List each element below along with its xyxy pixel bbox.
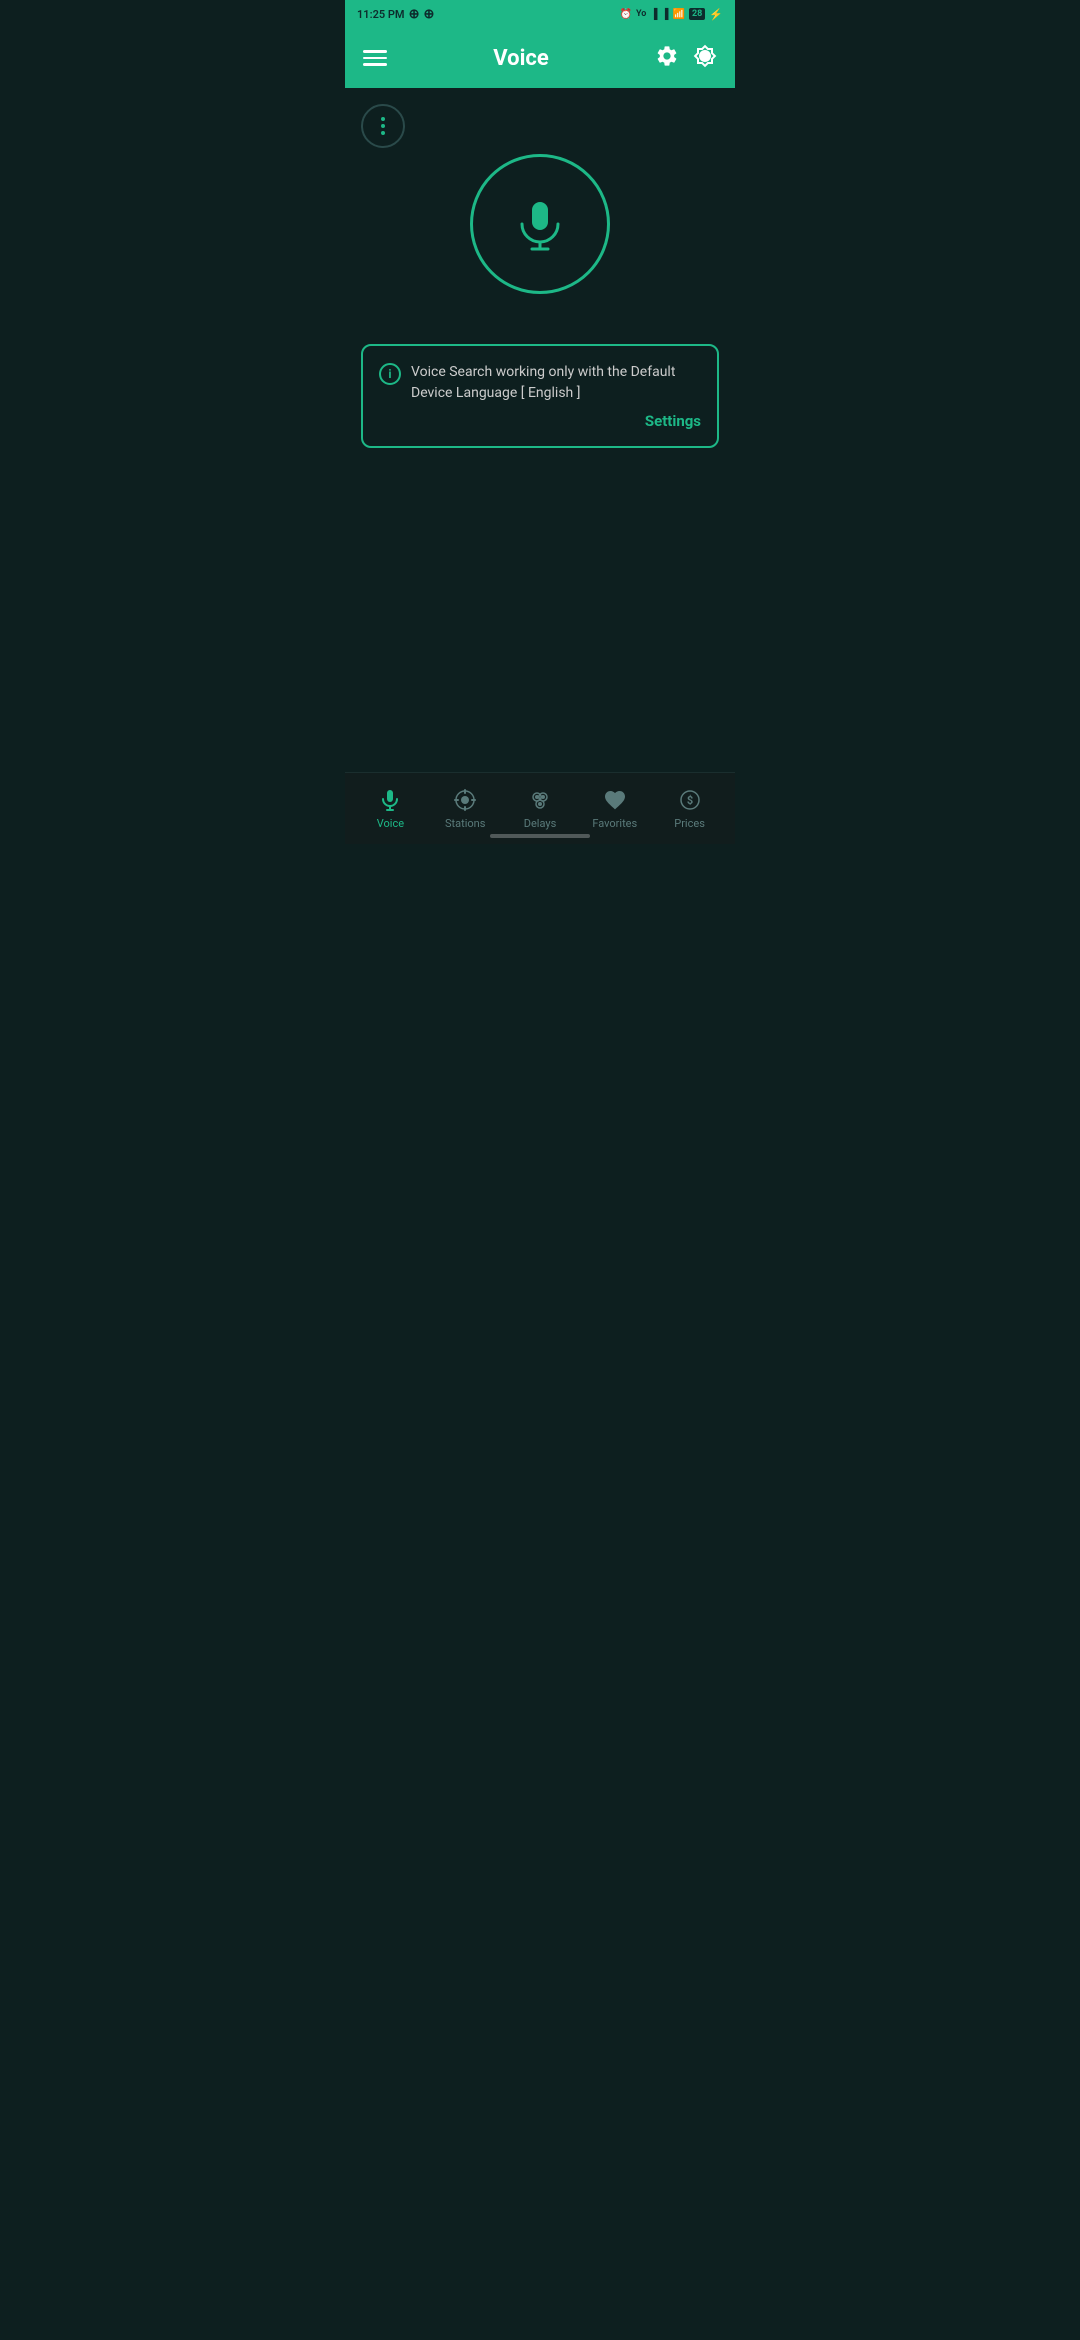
menu-button[interactable]	[363, 50, 387, 66]
dot1	[381, 117, 385, 121]
favorites-nav-label: Favorites	[592, 817, 637, 830]
settings-button[interactable]	[655, 44, 679, 72]
info-box: i Voice Search working only with the Def…	[361, 344, 719, 448]
mic-container	[361, 154, 719, 294]
mic-button[interactable]	[470, 154, 610, 294]
svg-text:$: $	[686, 794, 692, 807]
settings-icon	[655, 44, 679, 68]
battery-level: 28	[689, 8, 705, 20]
info-icon: i	[379, 363, 401, 385]
prices-nav-icon: $	[677, 787, 703, 813]
hamburger-line1	[363, 50, 387, 53]
nav-item-stations[interactable]: Stations	[428, 779, 503, 838]
home-indicator	[490, 834, 590, 838]
dot3	[381, 131, 385, 135]
nav-item-voice[interactable]: Voice	[353, 779, 428, 838]
info-message: Voice Search working only with the Defau…	[411, 362, 701, 404]
top-bar-actions	[655, 44, 717, 72]
main-content: i Voice Search working only with the Def…	[345, 88, 735, 772]
dot2	[381, 124, 385, 128]
delays-nav-icon	[527, 787, 553, 813]
theme-icon	[693, 44, 717, 68]
theme-toggle-button[interactable]	[693, 44, 717, 72]
mic-icon	[510, 194, 570, 254]
wifi-icon: 📶	[673, 9, 685, 20]
overflow-menu-button[interactable]	[361, 104, 405, 148]
signal-icon2: ▐	[661, 9, 668, 20]
nav-item-prices[interactable]: $ Prices	[652, 779, 727, 838]
nav-item-delays[interactable]: Delays	[503, 779, 578, 838]
lte-icon: Yo	[636, 9, 646, 19]
favorites-nav-icon	[602, 787, 628, 813]
voice-nav-label: Voice	[377, 817, 404, 830]
stations-nav-label: Stations	[445, 817, 485, 830]
settings-link[interactable]: Settings	[379, 412, 701, 430]
status-bar: 11:25 PM ⊕ ⊕ ⏰ Yo ▐ ▐ 📶 28 ⚡	[345, 0, 735, 28]
delays-nav-label: Delays	[524, 817, 557, 830]
top-app-bar: Voice	[345, 28, 735, 88]
time-label: 11:25 PM	[357, 8, 405, 21]
status-icons: ⏰ Yo ▐ ▐ 📶 28 ⚡	[620, 8, 724, 21]
prices-nav-label: Prices	[674, 817, 705, 830]
voice-nav-icon	[377, 787, 403, 813]
page-title: Voice	[493, 46, 548, 71]
hamburger-line3	[363, 63, 387, 66]
nav-item-favorites[interactable]: Favorites	[577, 779, 652, 838]
charging-icon: ⚡	[709, 8, 723, 21]
alarm-icon: ⏰	[620, 9, 632, 20]
stations-nav-icon	[452, 787, 478, 813]
signal-icon1: ▐	[650, 9, 657, 20]
hamburger-line2	[363, 57, 387, 60]
status-time: 11:25 PM ⊕ ⊕	[357, 7, 434, 22]
